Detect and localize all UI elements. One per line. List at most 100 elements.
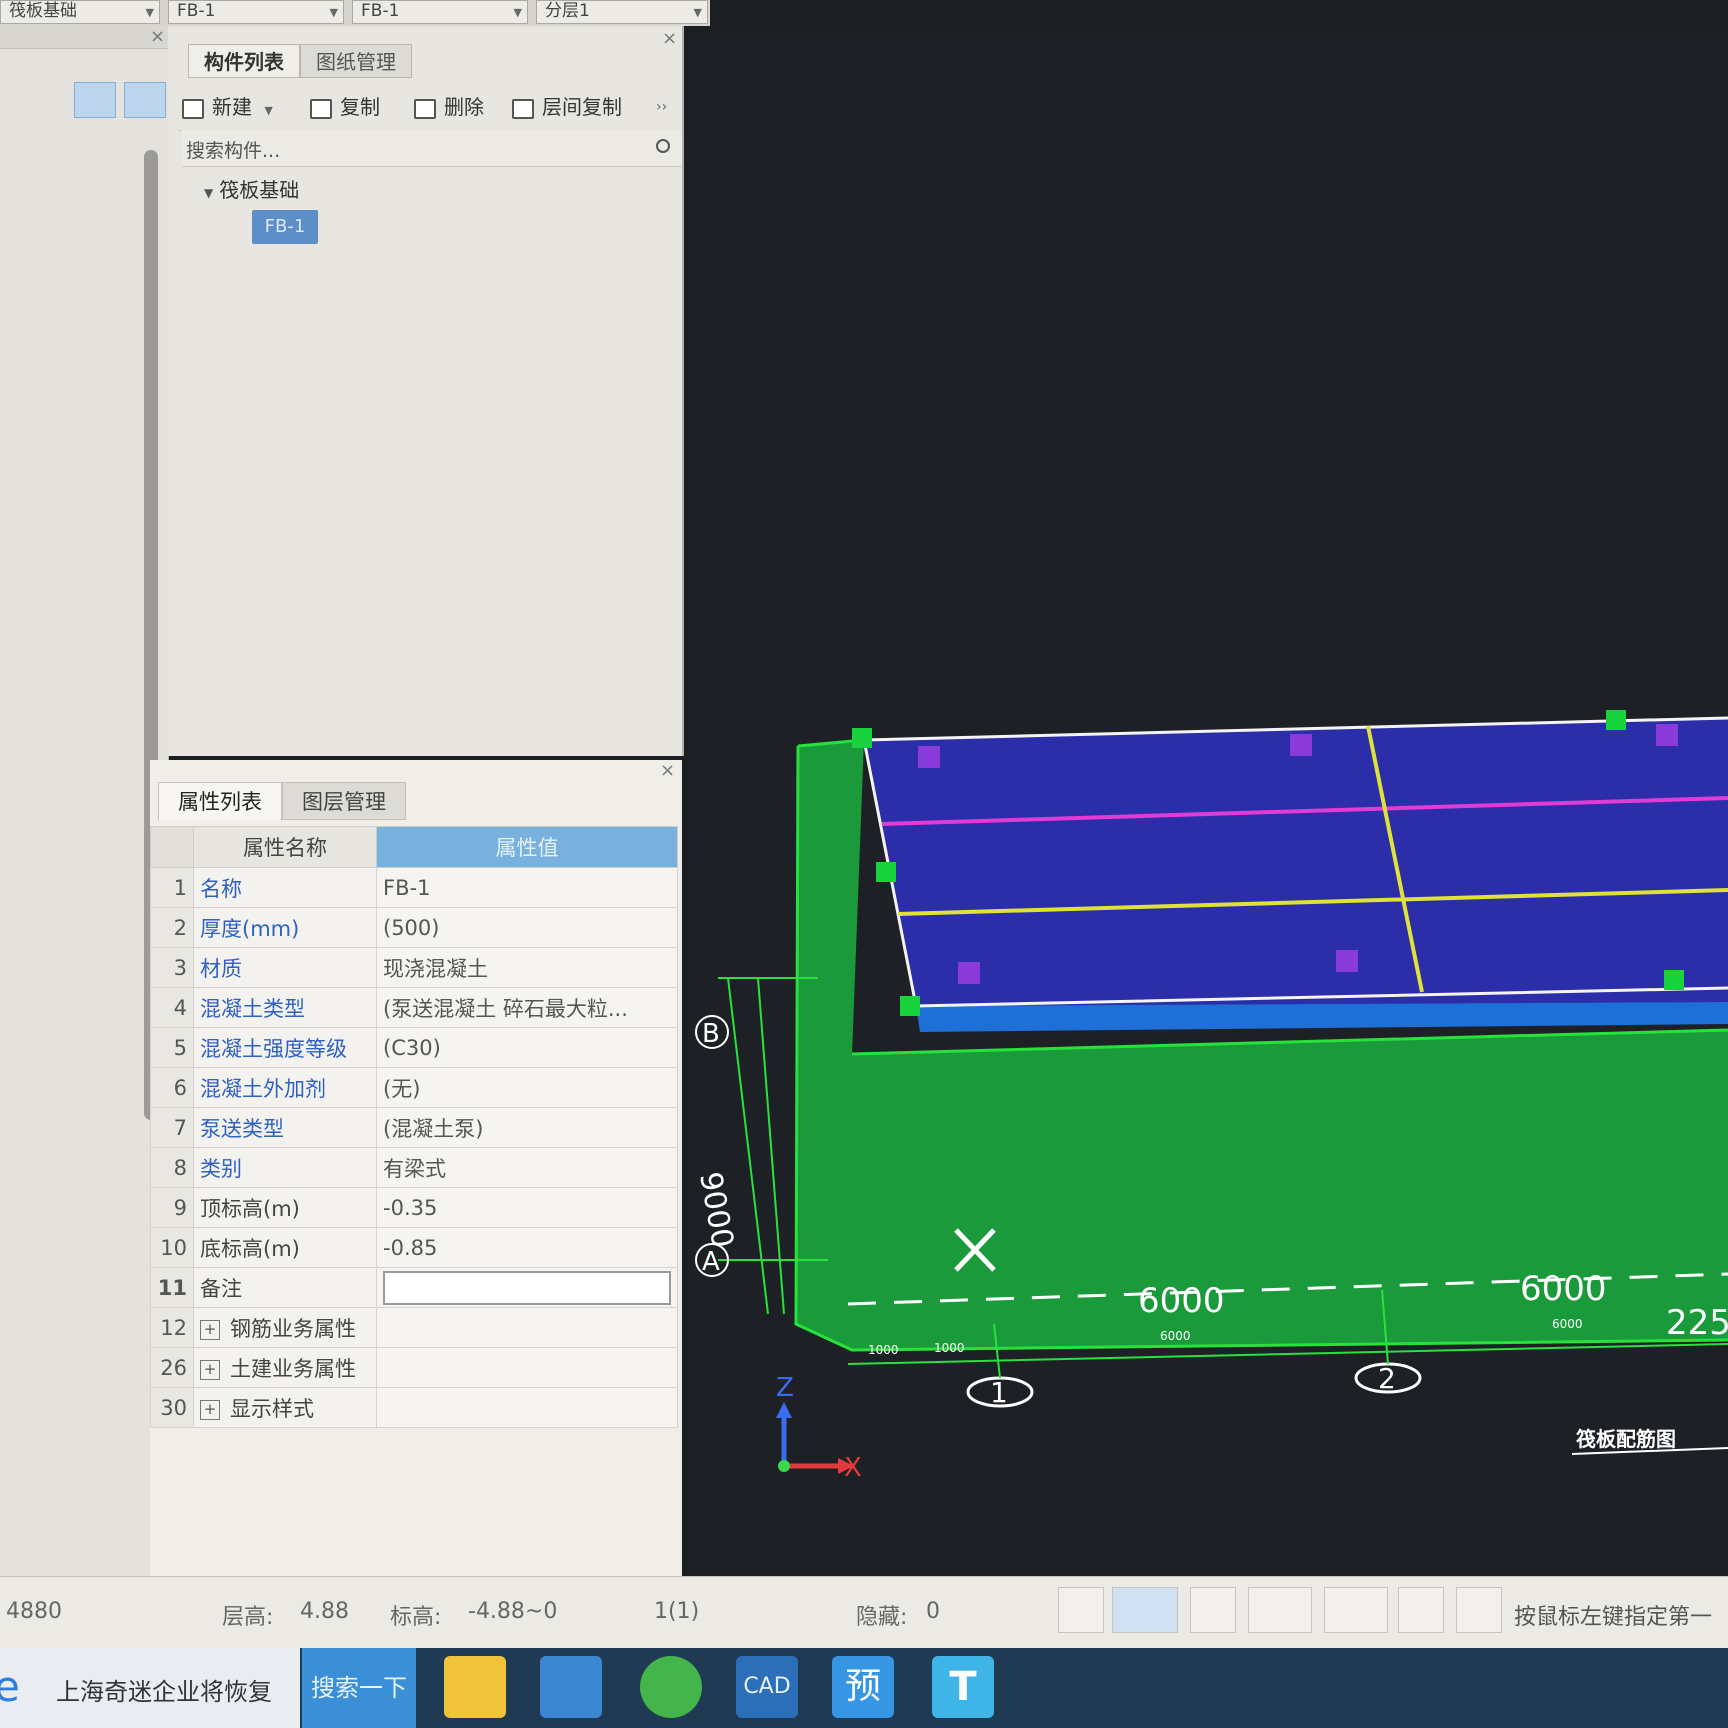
property-row[interactable]: 26 + 土建业务属性 (150, 1347, 678, 1388)
expand-icon[interactable]: + (200, 1319, 220, 1340)
viewport-canvas[interactable]: 6000 6000 225 9000 1000 1000 6000 6000 1… (688, 34, 1728, 1570)
property-row[interactable]: 9 顶标高(m) -0.35 (150, 1187, 678, 1228)
layer-combo[interactable]: 分层1 ▼ (536, 0, 708, 24)
property-value-cell[interactable]: -0.35 (376, 1187, 678, 1228)
close-icon[interactable]: × (662, 28, 677, 49)
tree-category[interactable]: ▼ 筏板基础 (204, 174, 299, 203)
tab-property-list[interactable]: 属性列表 (158, 782, 282, 820)
property-row[interactable]: 4 混凝土类型 (泵送混凝土 碎石最大粒... (150, 987, 678, 1028)
property-value-cell[interactable] (376, 1307, 678, 1348)
detail-view-icon[interactable] (124, 82, 166, 118)
new-button[interactable]: 新建 ▼ (182, 92, 273, 122)
axis-bubble-label: 1 (990, 1376, 1008, 1409)
property-name: 材质 (200, 956, 242, 981)
grip-green[interactable] (1664, 970, 1684, 990)
component-type-combo[interactable]: 筏板基础 ▼ (0, 0, 160, 24)
select-window-icon[interactable] (1398, 1587, 1444, 1633)
remark-input[interactable] (383, 1270, 671, 1305)
browser-icon[interactable] (640, 1656, 702, 1718)
calculator-icon[interactable] (540, 1656, 602, 1718)
tab-layer-management[interactable]: 图层管理 (282, 782, 406, 820)
ortho-icon[interactable] (1058, 1587, 1104, 1633)
property-row-number: 7 (150, 1107, 194, 1148)
component-search[interactable]: 搜索构件... (182, 130, 682, 167)
navigation-pane-header: × (0, 26, 168, 49)
expand-icon[interactable]: + (200, 1359, 220, 1380)
3d-viewport[interactable]: 6000 6000 225 9000 1000 1000 6000 6000 1… (688, 34, 1728, 1570)
t-app-icon[interactable]: T (932, 1656, 994, 1718)
axis-bubble-1[interactable]: 1 (966, 1376, 1034, 1409)
property-value: (500) (383, 915, 440, 940)
row-label-b[interactable]: B (695, 1015, 729, 1049)
property-value-cell[interactable] (376, 1267, 678, 1308)
grip-purple[interactable] (958, 962, 980, 984)
property-row[interactable]: 12 + 钢筋业务属性 (150, 1307, 678, 1348)
cross-snap-icon[interactable] (1190, 1587, 1236, 1633)
tab-component-list[interactable]: 构件列表 (188, 44, 300, 78)
preview-icon[interactable]: 预 (832, 1656, 894, 1718)
property-row[interactable]: 8 类别 有梁式 (150, 1147, 678, 1188)
property-value-cell[interactable]: (C30) (376, 1027, 678, 1068)
arc-icon[interactable] (1456, 1587, 1502, 1633)
property-row[interactable]: 10 底标高(m) -0.85 (150, 1227, 678, 1268)
property-value-cell[interactable]: (混凝土泵) (376, 1107, 678, 1148)
component-name-combo-2[interactable]: FB-1 ▼ (352, 0, 528, 24)
property-value-cell[interactable]: 有梁式 (376, 1147, 678, 1188)
property-row[interactable]: 5 混凝土强度等级 (C30) (150, 1027, 678, 1068)
close-icon[interactable]: × (150, 26, 165, 47)
property-row-number: 4 (150, 987, 194, 1028)
property-row[interactable]: 7 泵送类型 (混凝土泵) (150, 1107, 678, 1148)
component-name-combo[interactable]: FB-1 ▼ (168, 0, 344, 24)
file-explorer-icon[interactable] (444, 1656, 506, 1718)
property-row-number: 2 (150, 907, 194, 948)
property-name-cell: 材质 (193, 947, 377, 988)
snap-box-icon[interactable] (1112, 1587, 1178, 1633)
tab-drawing-management[interactable]: 图纸管理 (300, 44, 412, 78)
property-row[interactable]: 2 厚度(mm) (500) (150, 907, 678, 948)
property-name: 混凝土强度等级 (200, 1036, 347, 1061)
property-value-cell[interactable] (376, 1347, 678, 1388)
cad-icon[interactable]: CAD (736, 1656, 798, 1718)
angle-icon[interactable] (1248, 1587, 1312, 1633)
delete-button[interactable]: 删除 (414, 92, 484, 122)
property-row[interactable]: 30 + 显示样式 (150, 1387, 678, 1428)
property-row-number: 5 (150, 1027, 194, 1068)
property-name: 厚度(mm) (200, 916, 300, 941)
property-value-cell[interactable]: (500) (376, 907, 678, 948)
grip-green[interactable] (1606, 710, 1626, 730)
tree-item-selected[interactable]: FB-1 (252, 210, 318, 244)
grip-green[interactable] (852, 728, 872, 748)
axis-bubble-2[interactable]: 2 (1354, 1362, 1422, 1395)
search-input[interactable]: 搜索构件... (186, 136, 280, 163)
property-value: (混凝土泵) (383, 1116, 484, 1141)
caret-down-icon[interactable]: ▼ (204, 186, 213, 200)
grip-green[interactable] (900, 996, 920, 1016)
property-value-cell[interactable]: (泵送混凝土 碎石最大粒... (376, 987, 678, 1028)
floor-copy-button[interactable]: 层间复制 (512, 92, 622, 122)
copy-button[interactable]: 复制 (310, 92, 380, 122)
taskbar-search-button[interactable]: 搜索一下 (302, 1648, 416, 1728)
grip-purple[interactable] (1656, 724, 1678, 746)
close-icon[interactable]: × (660, 760, 675, 781)
property-value-cell[interactable]: 现浇混凝土 (376, 947, 678, 988)
property-value-cell[interactable] (376, 1387, 678, 1428)
search-icon[interactable] (656, 139, 670, 153)
grip-purple[interactable] (1336, 950, 1358, 972)
property-value-cell[interactable]: -0.85 (376, 1227, 678, 1268)
grip-purple[interactable] (918, 746, 940, 768)
property-name: 钢筋业务属性 (230, 1316, 356, 1341)
property-row[interactable]: 1 名称 FB-1 (150, 867, 678, 908)
property-row[interactable]: 11 备注 (150, 1267, 678, 1308)
property-value-cell[interactable]: FB-1 (376, 867, 678, 908)
more-icon[interactable]: ›› (656, 92, 667, 122)
grip-purple[interactable] (1290, 734, 1312, 756)
news-widget[interactable]: e 上海奇迷企业将恢复 (0, 1648, 300, 1728)
offset-icon[interactable] (1324, 1587, 1388, 1633)
property-value-cell[interactable]: (无) (376, 1067, 678, 1108)
list-view-icon[interactable] (74, 82, 116, 118)
expand-icon[interactable]: + (200, 1399, 220, 1420)
property-row[interactable]: 6 混凝土外加剂 (无) (150, 1067, 678, 1108)
property-name-cell: 混凝土外加剂 (193, 1067, 377, 1108)
grip-green[interactable] (876, 862, 896, 882)
property-row[interactable]: 3 材质 现浇混凝土 (150, 947, 678, 988)
